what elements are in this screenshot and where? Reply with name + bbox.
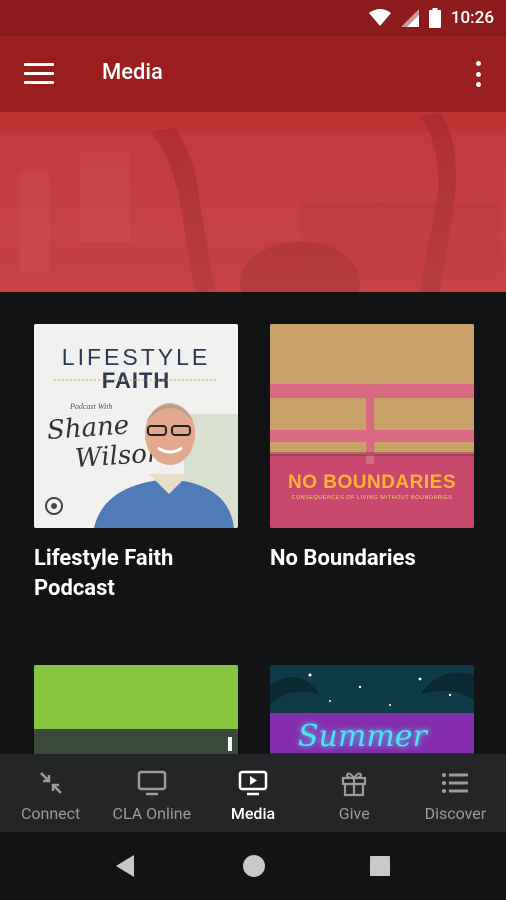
more-vert-icon[interactable]	[476, 61, 482, 87]
recents-icon[interactable]	[369, 855, 391, 877]
media-card-lifestyle-faith[interactable]: LIFESTYLE FAITH Podcast With Shane Wilso…	[34, 324, 238, 604]
cell-signal-icon	[400, 9, 419, 27]
wifi-icon	[368, 9, 391, 26]
app-bar: Media	[0, 36, 506, 112]
hero-banner	[0, 112, 506, 292]
menu-icon[interactable]	[24, 63, 54, 85]
nav-discover[interactable]: Discover	[405, 754, 506, 832]
lifestyle-faith-artwork[interactable]: LIFESTYLE FAITH Podcast With Shane Wilso…	[34, 324, 238, 528]
summer-artwork[interactable]: Summer	[270, 665, 474, 754]
media-card-3[interactable]	[34, 665, 238, 754]
page-title: Media	[102, 60, 163, 85]
media-grid[interactable]: LIFESTYLE FAITH Podcast With Shane Wilso…	[0, 292, 506, 754]
system-navigation-bar	[0, 832, 506, 900]
back-icon[interactable]	[114, 854, 136, 878]
home-icon[interactable]	[242, 854, 266, 878]
nav-cla-online[interactable]: CLA Online	[101, 754, 202, 832]
media-card-title[interactable]: No Boundaries	[270, 544, 474, 574]
nav-media[interactable]: Media	[202, 754, 303, 832]
list-icon	[439, 768, 471, 798]
media-card-no-boundaries[interactable]: NO BOUNDARIES CONSEQUENCES OF LIVING WIT…	[270, 324, 474, 574]
status-time: 10:26	[450, 8, 494, 28]
media-card-title[interactable]: Lifestyle Faith Podcast	[34, 544, 238, 604]
host-photo	[45, 379, 238, 528]
nav-connect[interactable]: Connect	[0, 754, 101, 832]
collapse-arrows-icon	[35, 768, 67, 798]
battery-icon	[428, 8, 441, 28]
media-card-summer[interactable]: Summer	[270, 665, 474, 754]
nav-give[interactable]: Give	[304, 754, 405, 832]
gift-icon	[338, 768, 370, 798]
no-boundaries-artwork[interactable]: NO BOUNDARIES CONSEQUENCES OF LIVING WIT…	[270, 324, 474, 528]
tv-icon	[136, 768, 168, 798]
play-screen-icon	[237, 768, 269, 798]
bottom-navigation: Connect CLA Online Media Give Discover	[0, 754, 506, 832]
status-bar: 10:26	[0, 0, 506, 36]
media-card-artwork[interactable]	[34, 665, 238, 754]
